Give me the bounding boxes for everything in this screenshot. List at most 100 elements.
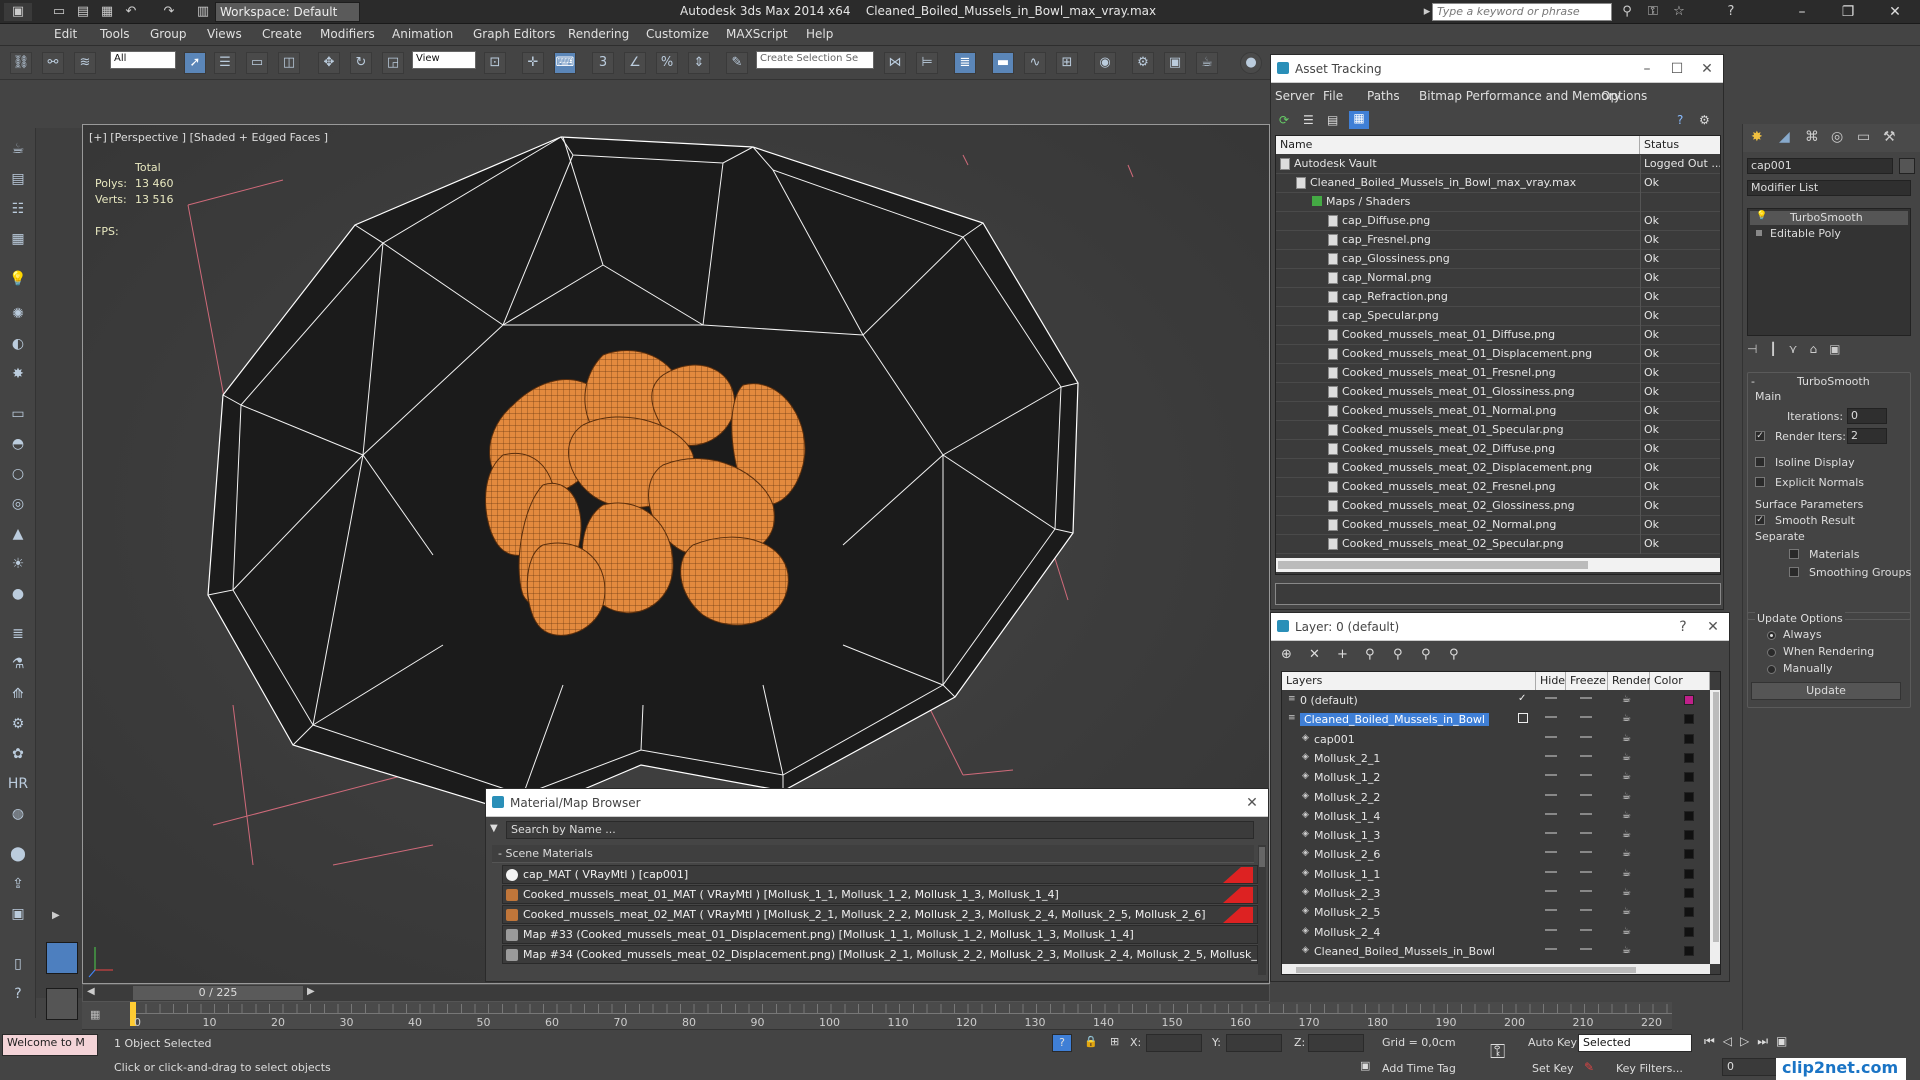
current-frame-field[interactable]: 0: [1722, 1058, 1782, 1076]
blue-sphere-icon[interactable]: ⬤: [6, 843, 30, 865]
help-icon[interactable]: ?: [1677, 113, 1683, 127]
named-selection-set-dropdown[interactable]: Create Selection Se: [756, 51, 874, 69]
hide-toggle[interactable]: [1545, 754, 1557, 757]
z-coordinate-field[interactable]: [1308, 1034, 1364, 1052]
layer-color-swatch[interactable]: [1684, 752, 1694, 763]
render-teapot-icon[interactable]: ☕: [1622, 945, 1632, 956]
asset-row[interactable]: Cooked_mussels_meat_02_Specular.png Ok: [1276, 535, 1720, 554]
selection-filter-dropdown[interactable]: All: [110, 51, 176, 69]
column-color-header[interactable]: Color: [1650, 672, 1710, 690]
star-icon[interactable]: ☆: [1670, 3, 1688, 21]
layer-table[interactable]: Layers Hide Freeze Render Color ≡ 0 (defa…: [1281, 671, 1721, 975]
layer-row[interactable]: ◈ Mollusk_2_2 ☕: [1282, 788, 1720, 807]
create-layer-icon[interactable]: ⊕: [1281, 647, 1292, 662]
render-teapot-icon[interactable]: ☕: [1622, 733, 1632, 744]
render-teapot-icon[interactable]: ☕: [1622, 868, 1632, 879]
modifier-list-dropdown[interactable]: Modifier List: [1747, 180, 1911, 196]
asset-row[interactable]: Cooked_mussels_meat_02_Displacement.png O…: [1276, 459, 1720, 478]
document-icon[interactable]: ▯: [6, 953, 30, 975]
vray-sphere-icon[interactable]: ●: [1240, 52, 1262, 74]
grid-display-icon[interactable]: ▦: [6, 228, 30, 250]
ies-light-icon[interactable]: ✸: [6, 363, 30, 385]
freeze-toggle[interactable]: [1580, 716, 1592, 719]
time-slider-bar[interactable]: ◀ 0 / 225 ▶: [82, 984, 1270, 1002]
rectangular-selection-icon[interactable]: ▭: [246, 52, 268, 74]
menu-create[interactable]: Create: [262, 27, 302, 41]
add-time-tag[interactable]: Add Time Tag: [1382, 1062, 1456, 1075]
layer-color-swatch[interactable]: [1684, 868, 1694, 879]
freeze-toggle[interactable]: [1580, 812, 1592, 815]
freeze-toggle[interactable]: [1580, 947, 1592, 950]
materials-checkbox[interactable]: [1789, 549, 1799, 559]
open-file-icon[interactable]: ▤: [74, 3, 92, 21]
freeze-toggle[interactable]: [1580, 754, 1592, 757]
hide-toggle[interactable]: [1545, 812, 1557, 815]
layer-color-swatch[interactable]: [1684, 733, 1694, 744]
column-freeze-header[interactable]: Freeze: [1566, 672, 1608, 690]
material-editor-icon[interactable]: ◉: [1094, 52, 1116, 74]
detail-view-icon[interactable]: ▤: [1327, 113, 1338, 127]
hide-toggle[interactable]: [1545, 697, 1557, 699]
fur-icon[interactable]: ≣: [6, 623, 30, 645]
hide-toggle[interactable]: [1545, 774, 1557, 777]
freeze-toggle[interactable]: [1580, 909, 1592, 912]
freeze-toggle[interactable]: [1580, 928, 1592, 931]
asset-row[interactable]: Cooked_mussels_meat_01_Displacement.png O…: [1276, 345, 1720, 364]
material-browser-titlebar[interactable]: Material/Map Browser ✕: [486, 789, 1268, 817]
freeze-toggle[interactable]: [1580, 735, 1592, 738]
turbosmooth-rollout-title[interactable]: TurboSmooth: [1797, 375, 1870, 388]
sun-icon[interactable]: ☀: [6, 553, 30, 575]
scale-icon[interactable]: ◲: [382, 52, 404, 74]
freeze-toggle[interactable]: [1580, 870, 1592, 873]
select-manipulate-icon[interactable]: ✛: [522, 52, 544, 74]
menu-views[interactable]: Views: [207, 27, 242, 41]
slider-next-icon[interactable]: ▶: [307, 986, 315, 997]
select-object-icon[interactable]: ➚: [184, 52, 206, 74]
scene-materials-group[interactable]: - Scene Materials: [492, 845, 1254, 863]
sky-icon[interactable]: ●: [6, 583, 30, 605]
active-layer-check-icon[interactable]: ✓: [1518, 694, 1528, 704]
update-button[interactable]: Update: [1751, 682, 1901, 700]
column-layers-header[interactable]: Layers: [1282, 672, 1536, 690]
menu-group[interactable]: Group: [150, 27, 187, 41]
plant-icon[interactable]: ✿: [6, 743, 30, 765]
redo-icon[interactable]: ↷: [160, 3, 178, 21]
freeze-all-icon[interactable]: ⚲: [1449, 647, 1459, 662]
utilities-tab-icon[interactable]: ⚒: [1883, 129, 1896, 145]
layer-row[interactable]: ◈ Mollusk_1_1 ☕: [1282, 865, 1720, 884]
hdri-icon[interactable]: HR: [6, 773, 30, 795]
column-name-header[interactable]: Name: [1276, 136, 1640, 154]
menu-animation[interactable]: Animation: [392, 27, 453, 41]
layer-color-swatch[interactable]: [1684, 849, 1694, 860]
asset-row[interactable]: cap_Specular.png Ok: [1276, 307, 1720, 326]
layer-color-swatch[interactable]: [1684, 888, 1694, 898]
light-bulb-icon[interactable]: 💡: [6, 268, 30, 290]
layer-color-swatch[interactable]: [1684, 695, 1694, 705]
hide-toggle[interactable]: [1545, 870, 1557, 873]
hemisphere-icon[interactable]: ◓: [6, 433, 30, 455]
layer-row[interactable]: ◈ Mollusk_1_2 ☕: [1282, 768, 1720, 787]
asset-row[interactable]: Cleaned_Boiled_Mussels_in_Bowl_max_vray.…: [1276, 174, 1720, 193]
window-crossing-icon[interactable]: ◫: [278, 52, 300, 74]
display-tab-icon[interactable]: ▭: [1857, 129, 1870, 145]
pivot-center-icon[interactable]: ⊡: [484, 52, 506, 74]
stack-item-editable-poly[interactable]: Editable Poly: [1750, 227, 1908, 241]
add-to-layer-icon[interactable]: +: [1337, 647, 1348, 662]
app-logo-icon[interactable]: ▣: [4, 3, 32, 21]
layer-color-swatch[interactable]: [1684, 810, 1694, 821]
link-icon[interactable]: ⛓: [10, 52, 32, 74]
layer-color-swatch[interactable]: [1684, 907, 1694, 918]
set-key-button[interactable]: Set Key: [1532, 1062, 1574, 1075]
isoline-display-checkbox[interactable]: [1755, 457, 1765, 467]
modifier-stack[interactable]: 💡 TurboSmooth Editable Poly: [1747, 208, 1911, 336]
render-teapot-icon[interactable]: ☕: [1622, 695, 1632, 705]
rendered-frame-icon[interactable]: ▣: [1164, 52, 1186, 74]
move-icon[interactable]: ✥: [318, 52, 340, 74]
key-selection-dropdown[interactable]: Selected: [1578, 1034, 1692, 1052]
object-name-field[interactable]: cap001: [1747, 158, 1893, 174]
motion-tab-icon[interactable]: ◎: [1831, 129, 1843, 145]
material-row[interactable]: Map #33 (Cooked_mussels_meat_01_Displace…: [502, 925, 1258, 944]
isolate-selection-icon[interactable]: ?: [1052, 1034, 1072, 1052]
render-production-icon[interactable]: ☕: [1196, 52, 1218, 74]
render-teapot-icon[interactable]: ☕: [1622, 849, 1632, 859]
